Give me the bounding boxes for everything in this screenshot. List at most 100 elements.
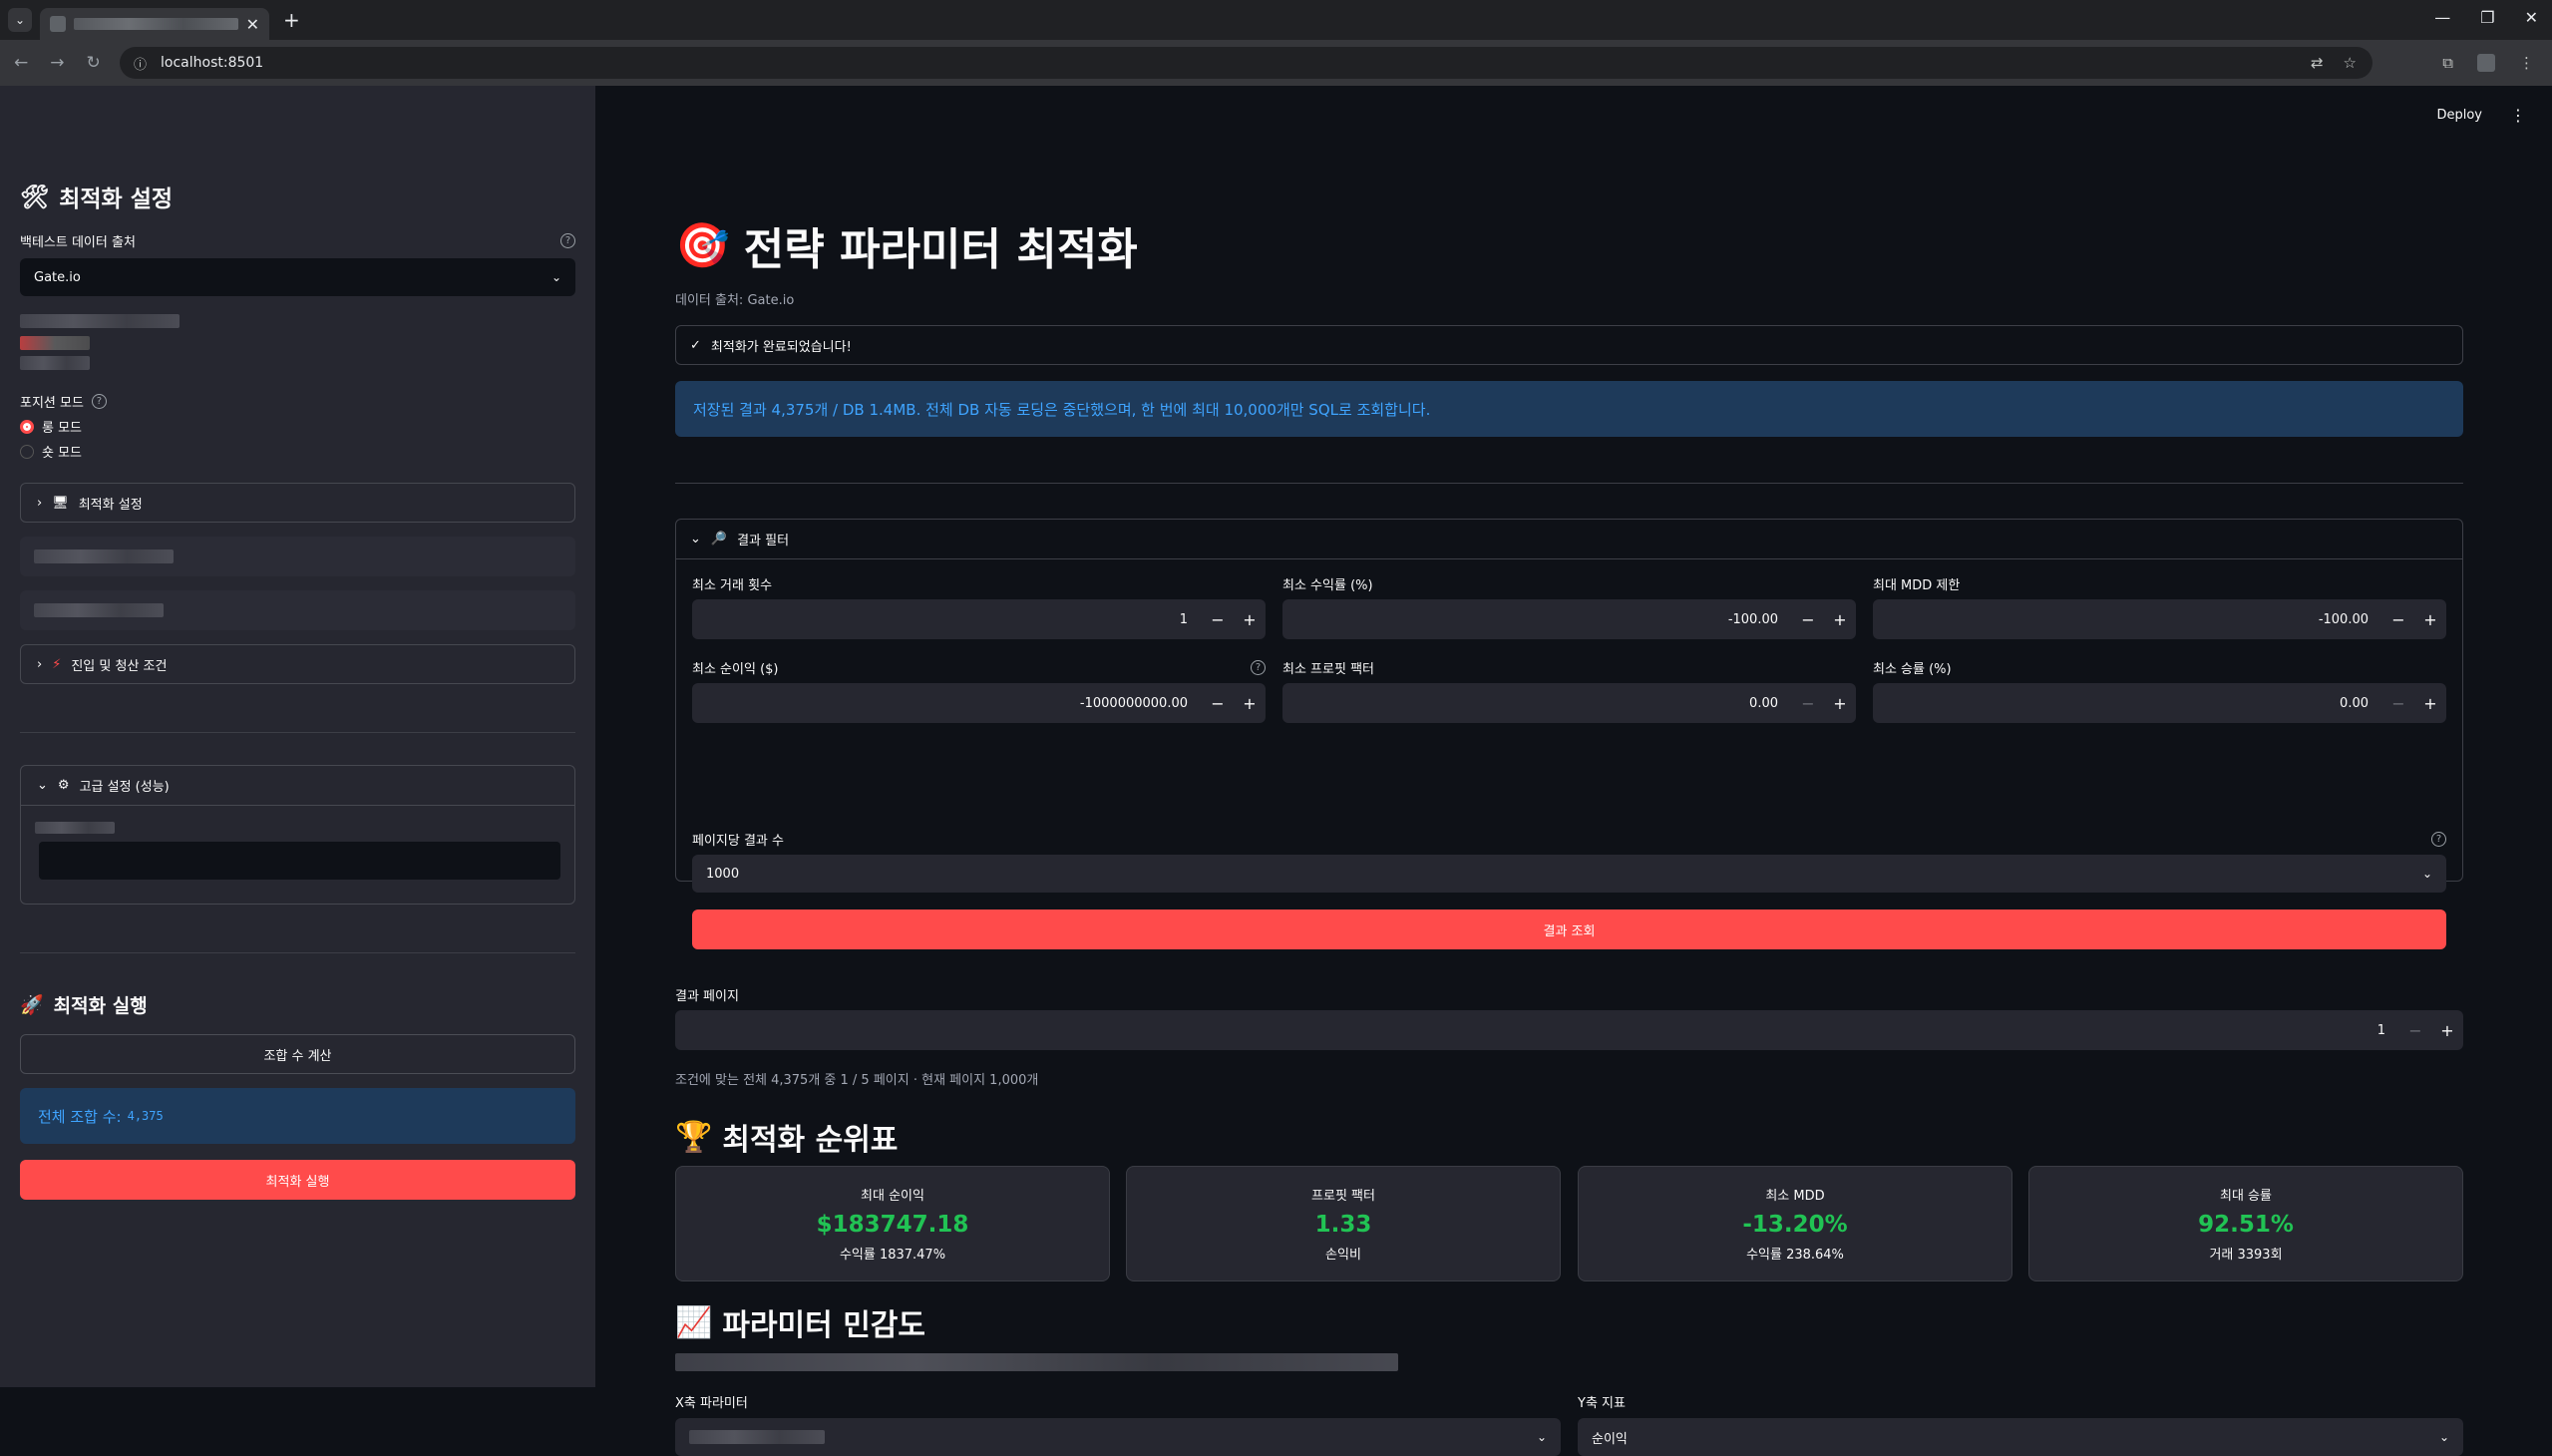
increment-icon[interactable]: + <box>2414 610 2446 629</box>
decrement-icon[interactable]: − <box>2382 610 2414 629</box>
chevron-down-icon: ⌄ <box>37 778 48 793</box>
blurred-text <box>20 314 180 328</box>
chevron-down-icon: ⌄ <box>551 270 561 284</box>
x-param-label: X축 파라미터 <box>675 1392 748 1411</box>
browser-menu-icon[interactable]: ⋮ <box>2519 54 2534 72</box>
chevron-down-icon: ⌄ <box>690 532 701 546</box>
y-metric-select[interactable]: 순이익 ⌄ <box>1578 1418 2463 1456</box>
close-tab-icon[interactable]: ✕ <box>246 15 259 34</box>
translate-icon[interactable]: ⇄ <box>2311 54 2324 72</box>
sidebar-settings-title: 🛠 최적화 설정 <box>20 180 575 213</box>
radio-long-mode[interactable]: 롱 모드 <box>20 417 575 436</box>
advanced-expander: ⌄ ⚙ 고급 설정 (성능) <box>20 765 575 905</box>
radio-short-mode[interactable]: 숏 모드 <box>20 442 575 461</box>
decrement-icon[interactable]: − <box>1202 610 1234 629</box>
extensions-icon[interactable]: ⧉ <box>2442 54 2453 72</box>
close-window-icon[interactable]: ✕ <box>2525 8 2538 27</box>
metric-card: 최대 승률 92.51% 거래 3393회 <box>2028 1166 2463 1281</box>
metric-card: 최소 MDD -13.20% 수익률 238.64% <box>1578 1166 2012 1281</box>
success-alert: ✓ 최적화가 완료되었습니다! <box>675 325 2463 365</box>
increment-icon[interactable]: + <box>1234 694 1266 713</box>
help-icon[interactable]: ? <box>1251 660 1266 675</box>
sensitivity-title: 📈 파라미터 민감도 <box>675 1300 925 1344</box>
result-page-label: 결과 페이지 <box>675 985 739 1004</box>
radio-selected[interactable] <box>20 420 34 434</box>
chevron-down-icon: ⌄ <box>2422 867 2432 881</box>
blurred-input <box>39 842 560 880</box>
minimize-icon[interactable]: — <box>2434 8 2450 27</box>
min-profit-input[interactable]: -1000000000.00 − + <box>692 683 1266 723</box>
new-tab-icon[interactable]: + <box>283 8 300 32</box>
tools-icon: 🛠 <box>20 183 49 210</box>
per-page-select[interactable]: 1000 ⌄ <box>692 855 2446 893</box>
increment-icon[interactable]: + <box>1824 610 1856 629</box>
data-source-caption: 데이터 출처: Gate.io <box>675 289 794 308</box>
help-icon[interactable]: ? <box>92 394 107 409</box>
app-menu-icon[interactable]: ⋮ <box>2510 106 2526 125</box>
browser-tab[interactable]: ✕ <box>40 8 269 40</box>
blurred-row <box>20 537 575 576</box>
min-return-label: 최소 수익률 (%) <box>1282 574 1373 593</box>
chart-icon: 📈 <box>675 1305 712 1340</box>
increment-icon[interactable]: + <box>1234 610 1266 629</box>
advanced-expander-header[interactable]: ⌄ ⚙ 고급 설정 (성능) <box>21 766 574 806</box>
y-metric-label: Y축 지표 <box>1578 1392 1626 1411</box>
address-bar[interactable]: ⓘ localhost:8501 ⇄ ☆ <box>120 47 2372 79</box>
decrement-icon[interactable]: − <box>1202 694 1234 713</box>
increment-icon[interactable]: + <box>1824 694 1856 713</box>
trophy-icon: 🏆 <box>675 1120 712 1155</box>
site-info-icon[interactable]: ⓘ <box>134 54 147 73</box>
reload-icon[interactable]: ↻ <box>87 53 101 73</box>
back-icon[interactable]: ← <box>14 53 28 73</box>
increment-icon[interactable]: + <box>2414 694 2446 713</box>
position-mode-label: 포지션 모드 ? <box>20 392 575 411</box>
x-param-select[interactable]: ⌄ <box>675 1418 1561 1456</box>
data-source-select[interactable]: Gate.io ⌄ <box>20 258 575 296</box>
decrement-icon[interactable]: − <box>2382 694 2414 713</box>
min-winrate-label: 최소 승률 (%) <box>1873 658 1952 677</box>
info-alert: 저장된 결과 4,375개 / DB 1.4MB. 전체 DB 자동 로딩은 중… <box>675 381 2463 437</box>
optimize-settings-expander[interactable]: › 🖥 최적화 설정 <box>20 483 575 523</box>
help-icon[interactable]: ? <box>560 233 575 248</box>
restore-icon[interactable]: ❐ <box>2480 8 2494 27</box>
min-return-input[interactable]: -100.00 − + <box>1282 599 1856 639</box>
filter-expander-header[interactable]: ⌄ 🔎 결과 필터 <box>676 520 2462 559</box>
increment-icon[interactable]: + <box>2431 1021 2463 1040</box>
blurred-text <box>689 1430 825 1444</box>
leaderboard-title: 🏆 최적화 순위표 <box>675 1115 898 1159</box>
blurred-text <box>675 1353 1398 1371</box>
min-trades-input[interactable]: 1 − + <box>692 599 1266 639</box>
query-results-button[interactable]: 결과 조회 <box>692 910 2446 949</box>
count-combinations-button[interactable]: 조합 수 계산 <box>20 1034 575 1074</box>
metric-card: 프로핏 팩터 1.33 손익비 <box>1126 1166 1561 1281</box>
decrement-icon[interactable]: − <box>2399 1021 2431 1040</box>
deploy-button[interactable]: Deploy <box>2436 108 2482 123</box>
entry-exit-expander[interactable]: › ⚡ 진입 및 청산 조건 <box>20 644 575 684</box>
forward-icon[interactable]: → <box>50 53 64 73</box>
data-source-label: 백테스트 데이터 출처 ? <box>20 231 575 250</box>
run-optimization-button[interactable]: 최적화 실행 <box>20 1160 575 1200</box>
profile-avatar[interactable] <box>2477 54 2495 72</box>
result-page-input[interactable]: 1 − + <box>675 1010 2463 1050</box>
check-icon: ✓ <box>690 338 701 353</box>
min-pf-input[interactable]: 0.00 − + <box>1282 683 1856 723</box>
search-icon: 🔎 <box>711 532 727 546</box>
page-caption: 조건에 맞는 전체 4,375개 중 1 / 5 페이지 · 현재 페이지 1,… <box>675 1069 1038 1088</box>
metric-card: 최대 순이익 $183747.18 수익률 1837.47% <box>675 1166 1110 1281</box>
bookmark-star-icon[interactable]: ☆ <box>2344 54 2357 72</box>
blurred-text <box>35 822 115 834</box>
min-winrate-input[interactable]: 0.00 − + <box>1873 683 2446 723</box>
browser-toolbar: ← → ↻ ⓘ localhost:8501 ⇄ ☆ ⧉ ⋮ <box>0 40 2552 86</box>
tab-search-icon[interactable]: ⌄ <box>8 8 32 32</box>
gear-icon: ⚙ <box>58 778 70 793</box>
decrement-icon[interactable]: − <box>1792 694 1824 713</box>
decrement-icon[interactable]: − <box>1792 610 1824 629</box>
target-icon: 🎯 <box>675 219 730 271</box>
browser-tabstrip: ⌄ ✕ + — ❐ ✕ <box>0 0 2552 40</box>
blurred-text <box>20 336 90 350</box>
blurred-text <box>20 356 90 370</box>
radio-unselected[interactable] <box>20 445 34 459</box>
chevron-right-icon: › <box>37 496 42 511</box>
max-mdd-input[interactable]: -100.00 − + <box>1873 599 2446 639</box>
help-icon[interactable]: ? <box>2431 832 2446 847</box>
